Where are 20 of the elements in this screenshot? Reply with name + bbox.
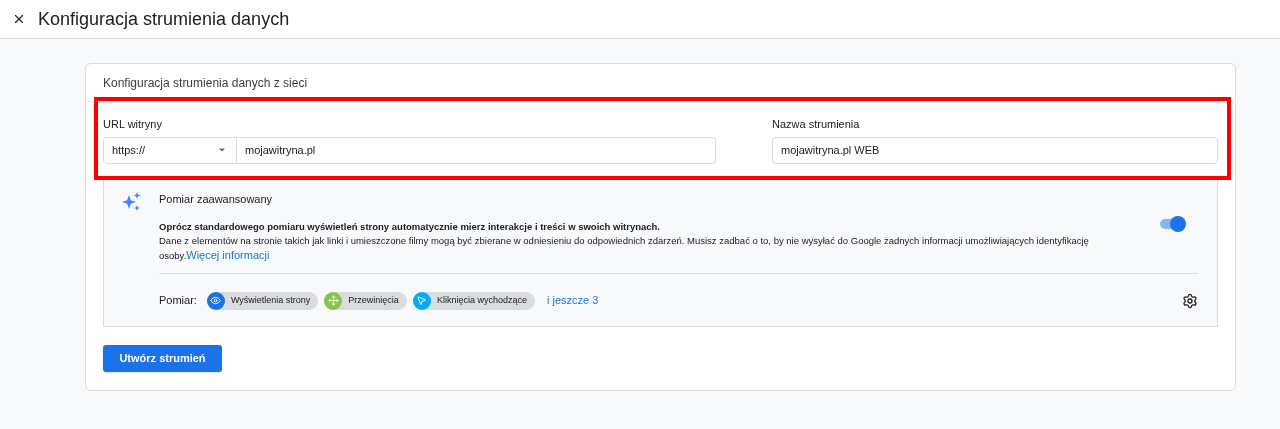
event-chip: Wyświetlenia strony — [206, 291, 319, 310]
card-title: Konfiguracja strumienia danych z sieci — [103, 74, 308, 92]
settings-icon[interactable] — [1182, 292, 1198, 309]
field-label: Nazwa strumienia — [772, 117, 861, 132]
close-button[interactable] — [12, 12, 26, 26]
url-input[interactable]: mojawitryna.pl — [237, 136, 716, 164]
event-chip: Kliknięcia wychodzące — [412, 291, 535, 310]
sparkle-icon — [122, 192, 142, 212]
field-label: URL witryny — [103, 117, 163, 132]
event-chip: Przewinięcia — [324, 291, 407, 310]
stream-name-input[interactable]: mojawitryna.pl WEB — [772, 136, 1218, 164]
create-stream-button[interactable]: Utwórz strumień — [103, 345, 222, 372]
protocol-dropdown[interactable]: https:// — [103, 136, 237, 164]
description-text: Oprócz standardowego pomiaru wyświetleń strony automatycznie mierz interakcje i treści w swoich witrynach. Dane z elementów na stronie takich jak linki i umieszczone filmy mogą być zbierane w odniesieniu do odpowiednich zdarzeń. Musisz zadbać o to, by nie wysyłać do Google żadnych informacji umożliwiających identyfikację osoby.Więcej informacji — [159, 219, 1090, 263]
more-info-link[interactable]: Więcej informacji — [186, 248, 270, 261]
more-link[interactable]: i jeszcze 3 — [546, 292, 599, 309]
measure-label: Pomiar: — [159, 293, 197, 309]
section-title: Pomiar zaawansowany — [159, 192, 274, 207]
toggle-switch[interactable] — [1158, 215, 1186, 232]
page-title: Konfiguracja strumienia danych — [38, 7, 290, 31]
